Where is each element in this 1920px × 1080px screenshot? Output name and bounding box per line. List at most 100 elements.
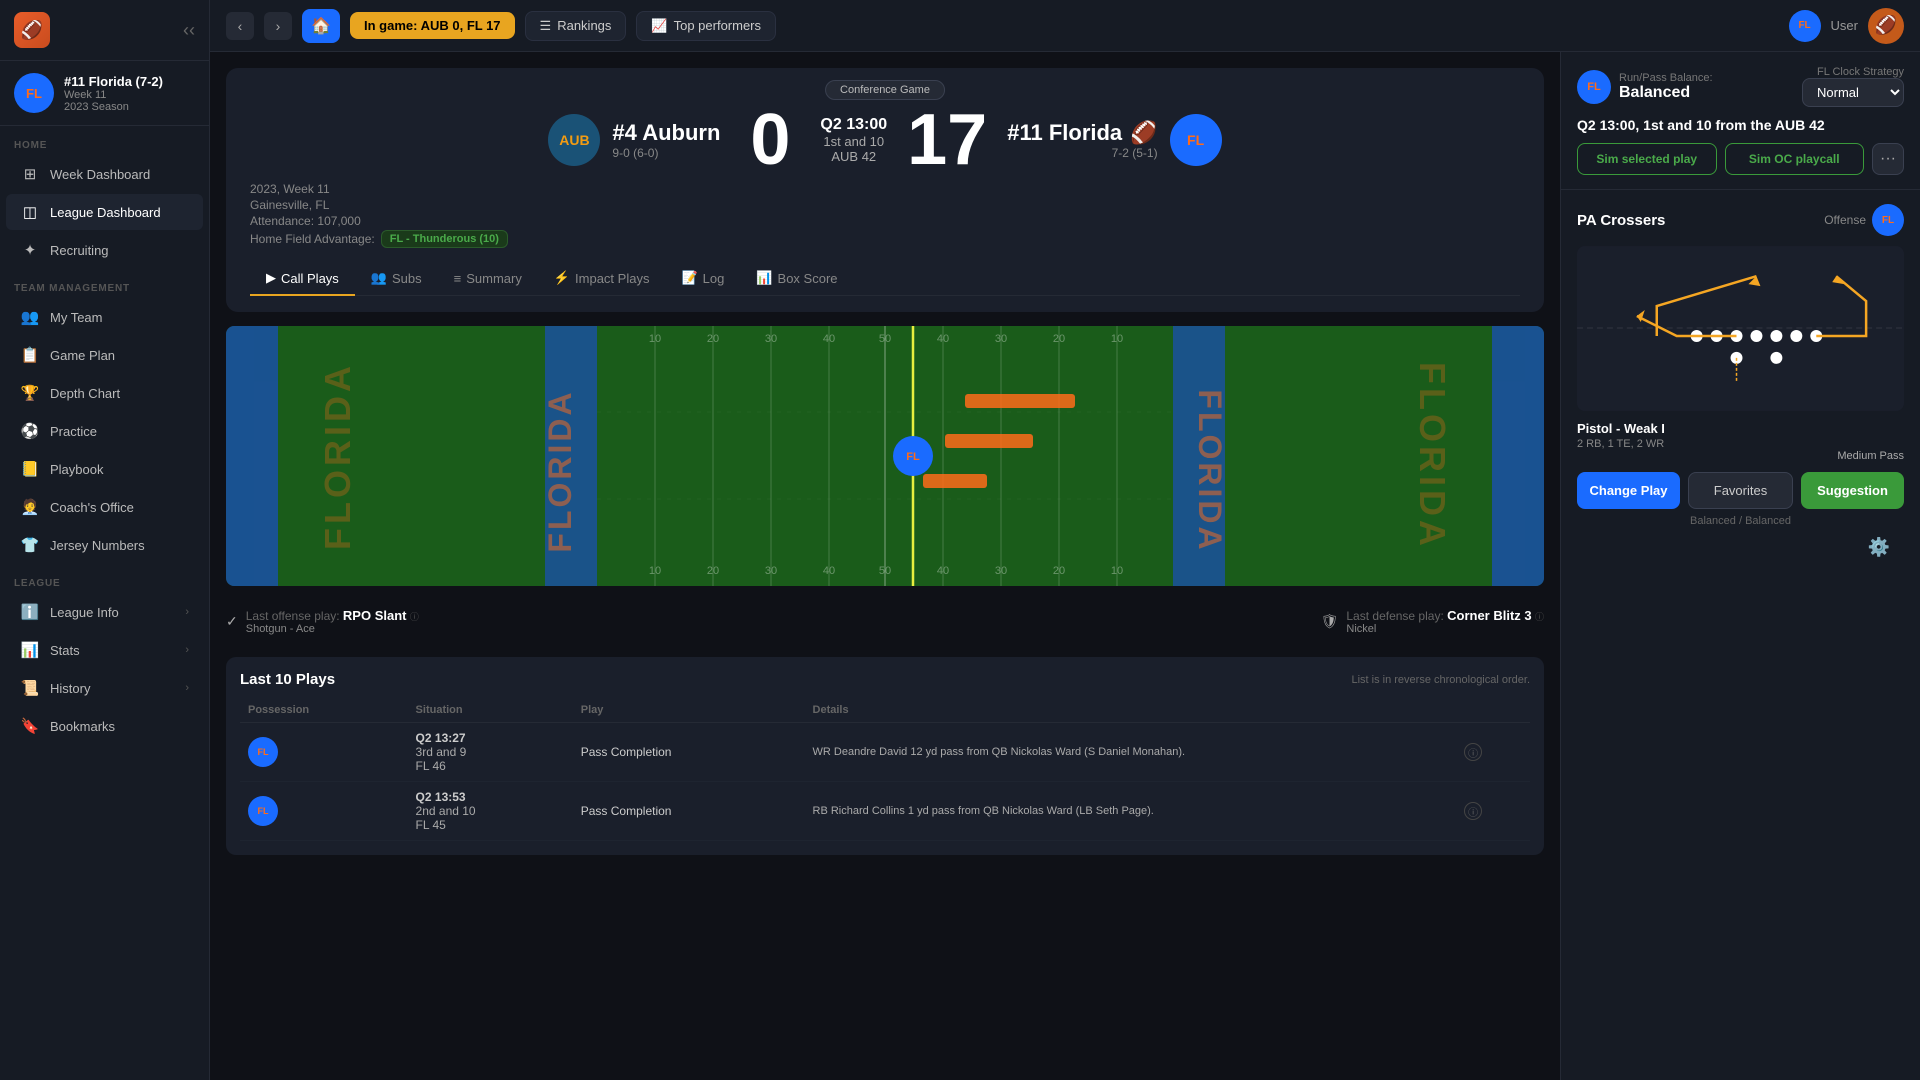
sidebar-item-playbook[interactable]: 📒 Playbook	[6, 451, 203, 487]
sidebar-label: Playbook	[50, 462, 103, 477]
last-defense-play: 🛡 Last defense play: Corner Blitz 3 ⓘ Ni…	[1321, 608, 1544, 635]
chevron-right-icon: ›	[185, 644, 189, 656]
rankings-label: Rankings	[557, 18, 611, 33]
play-action-buttons: Change Play Favorites Suggestion	[1577, 472, 1904, 509]
end-zone-right: FLORIDA	[1492, 326, 1544, 586]
possession-avatar: FL	[248, 796, 278, 826]
plays-table-note: List is in reverse chronological order.	[1351, 674, 1530, 686]
sidebar-item-stats[interactable]: 📊 Stats ›	[6, 632, 203, 668]
plays-table-title: Last 10 Plays	[240, 671, 335, 688]
game-meta: 2023, Week 11 Gainesville, FL Attendance…	[250, 182, 1520, 250]
situation-time: Q2 13:53	[416, 790, 565, 804]
svg-text:FLORIDA: FLORIDA	[1192, 389, 1228, 552]
tab-impact-plays[interactable]: ⚡ Impact Plays	[538, 262, 666, 296]
scoreboard: Conference Game AUB #4 Auburn 9-0 (6-0) …	[226, 68, 1544, 312]
tab-label: Summary	[466, 271, 522, 286]
home-team-info: #11 Florida 🏈 7-2 (5-1)	[1007, 120, 1157, 160]
svg-text:10: 10	[1111, 333, 1123, 345]
last-play-row: ✓ Last offense play: RPO Slant ⓘ Shotgun…	[226, 600, 1544, 643]
sidebar-label: Practice	[50, 424, 97, 439]
svg-text:40: 40	[937, 565, 949, 577]
away-team-block: AUB #4 Auburn 9-0 (6-0)	[548, 114, 720, 166]
tab-log[interactable]: 📝 Log	[665, 262, 740, 296]
home-team-logo: FL	[1170, 114, 1222, 166]
favorites-button[interactable]: Favorites	[1688, 472, 1793, 509]
svg-text:40: 40	[937, 333, 949, 345]
away-team-logo: AUB	[548, 114, 600, 166]
play-info-button[interactable]: ⓘ	[1464, 802, 1482, 820]
game-down-distance: 1st and 10	[820, 134, 887, 149]
situation-field: FL 45	[416, 818, 565, 832]
team-card: FL #11 Florida (7-2) Week 11 2023 Season	[0, 61, 209, 126]
top-performers-button[interactable]: 📈 Top performers	[636, 11, 776, 41]
cell-situation: Q2 13:53 2nd and 10 FL 45	[408, 782, 573, 841]
dashboard-icon: ◫	[20, 203, 40, 221]
sim-selected-play-button[interactable]: Sim selected play	[1577, 143, 1717, 175]
gear-icon[interactable]: ⚙️	[1560, 527, 1906, 568]
col-action	[1456, 698, 1530, 723]
clipboard-icon: 📋	[20, 346, 40, 364]
forward-button[interactable]: ›	[264, 12, 292, 40]
field-label-right: FLORIDA	[1411, 362, 1453, 550]
sidebar-item-bookmarks[interactable]: 🔖 Bookmarks	[6, 708, 203, 744]
stats-icon: 📊	[20, 641, 40, 659]
sidebar-item-league-info[interactable]: ℹ️ League Info ›	[6, 594, 203, 630]
pa-crossers-section: PA Crossers Offense FL	[1561, 190, 1920, 541]
back-button[interactable]: ‹	[226, 12, 254, 40]
sidebar-item-depth-chart[interactable]: 🏆 Depth Chart	[6, 375, 203, 411]
more-options-button[interactable]: ···	[1872, 143, 1904, 175]
sim-oc-playcall-button[interactable]: Sim OC playcall	[1725, 143, 1865, 175]
sidebar-item-history[interactable]: 📜 History ›	[6, 670, 203, 706]
change-play-button[interactable]: Change Play	[1577, 472, 1680, 509]
play-info-button[interactable]: ⓘ	[1464, 743, 1482, 761]
avatar: FL	[14, 73, 54, 113]
sidebar-item-league-dashboard[interactable]: ◫ League Dashboard	[6, 194, 203, 230]
sidebar-item-game-plan[interactable]: 📋 Game Plan	[6, 337, 203, 373]
away-team-record: 9-0 (6-0)	[612, 146, 720, 160]
cell-possession: FL	[240, 723, 408, 782]
sidebar-item-practice[interactable]: ⚽ Practice	[6, 413, 203, 449]
info-superscript: ⓘ	[1535, 612, 1544, 622]
home-button[interactable]: 🏠	[302, 9, 340, 43]
sidebar-item-my-team[interactable]: 👥 My Team	[6, 299, 203, 335]
cell-details: WR Deandre David 12 yd pass from QB Nick…	[805, 723, 1457, 782]
suggestion-button[interactable]: Suggestion	[1801, 472, 1904, 509]
plays-table-header: Last 10 Plays List is in reverse chronol…	[240, 671, 1530, 688]
offense-label: Offense	[1824, 213, 1866, 227]
clock-strategy-label: FL Clock Strategy	[1802, 66, 1904, 78]
tab-box-score[interactable]: 📊 Box Score	[740, 262, 853, 296]
chart-icon: 🏆	[20, 384, 40, 402]
clock-strategy-select[interactable]: Normal Hurry Up Run Clock	[1802, 78, 1904, 107]
run-pass-value: Balanced	[1619, 84, 1713, 102]
rankings-button[interactable]: ☰ Rankings	[525, 11, 627, 41]
tab-call-plays[interactable]: ▶ Call Plays	[250, 262, 355, 296]
team-week: Week 11	[64, 89, 163, 101]
tab-label: Subs	[392, 271, 422, 286]
sidebar-item-jersey-numbers[interactable]: 👕 Jersey Numbers	[6, 527, 203, 563]
svg-text:50: 50	[879, 333, 891, 345]
sidebar-item-week-dashboard[interactable]: ⊞ Week Dashboard	[6, 156, 203, 192]
sidebar-item-coaches-office[interactable]: 🧑‍💼 Coach's Office	[6, 489, 203, 525]
score-row: AUB #4 Auburn 9-0 (6-0) 0 Q2 13:00 1st a…	[250, 104, 1520, 176]
sidebar-collapse-button[interactable]: ‹‹	[183, 20, 195, 41]
in-game-badge[interactable]: In game: AUB 0, FL 17	[350, 12, 515, 39]
team-name: #11 Florida (7-2)	[64, 74, 163, 89]
plays-table-section: Last 10 Plays List is in reverse chronol…	[226, 657, 1544, 855]
svg-text:10: 10	[649, 333, 661, 345]
subs-icon: 👥	[371, 270, 387, 286]
main-content: ‹ › 🏠 In game: AUB 0, FL 17 ☰ Rankings 📈…	[210, 0, 1920, 1080]
list-icon: ☰	[540, 18, 552, 34]
fl-avatar-small: FL Run/Pass Balance: Balanced	[1577, 70, 1713, 104]
balance-info: Run/Pass Balance: Balanced	[1619, 72, 1713, 102]
cell-play: Pass Completion	[573, 723, 805, 782]
cell-play: Pass Completion	[573, 782, 805, 841]
star-icon: ✦	[20, 241, 40, 259]
tab-summary[interactable]: ≡ Summary	[438, 262, 538, 296]
offense-team-avatar: FL	[1872, 204, 1904, 236]
svg-text:10: 10	[1111, 565, 1123, 577]
tab-label: Box Score	[778, 271, 838, 286]
tab-subs[interactable]: 👥 Subs	[355, 262, 438, 296]
log-icon: 📝	[681, 270, 697, 286]
play-diagram	[1577, 246, 1904, 411]
sidebar-item-recruiting[interactable]: ✦ Recruiting	[6, 232, 203, 268]
